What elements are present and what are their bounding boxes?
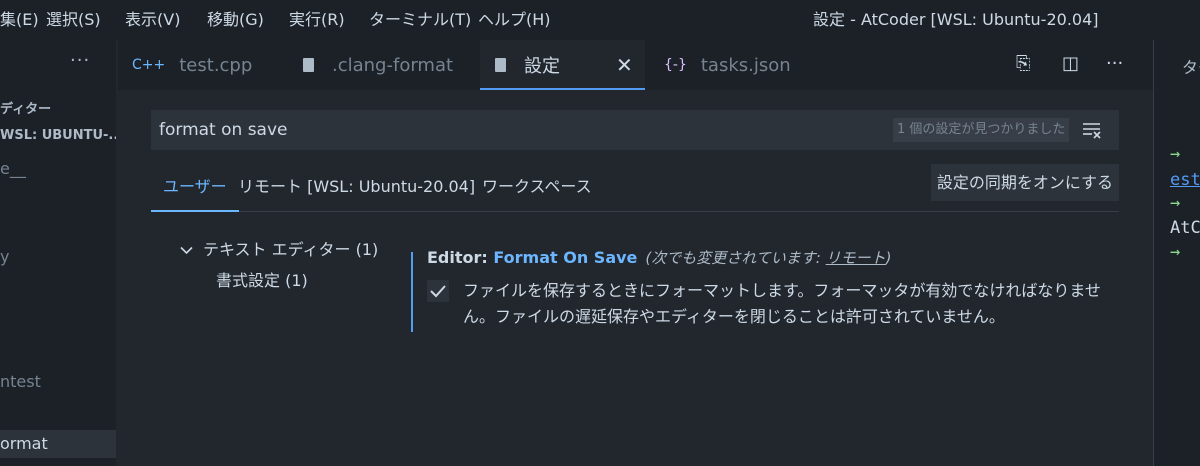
terminal-panel: ター → est → AtC → bbox=[1153, 40, 1200, 466]
tab-clang-format[interactable]: .clang-format bbox=[303, 40, 453, 90]
cpp-file-icon: C++ bbox=[132, 57, 166, 73]
toc-text-editor[interactable]: テキスト エディター (1) bbox=[180, 236, 378, 260]
tab-settings[interactable]: 設定 ✕ bbox=[480, 40, 645, 90]
chevron-down-icon bbox=[180, 243, 193, 259]
settings-scope-tabs: ユーザー リモート [WSL: Ubuntu-20.04] ワークスペース 設定… bbox=[151, 163, 1119, 212]
tab-label: .clang-format bbox=[332, 54, 454, 76]
setting-description: ファイルを保存するときにフォーマットします。フォーマッタが有効でなければなりませ… bbox=[463, 281, 1101, 326]
terminal-text: AtC bbox=[1170, 218, 1200, 238]
terminal-arrow: → bbox=[1170, 193, 1181, 213]
tab-label: tasks.json bbox=[700, 54, 791, 76]
menu-go[interactable]: 移動(G) bbox=[207, 0, 264, 40]
terminal-link[interactable]: est bbox=[1170, 170, 1200, 190]
explorer-sidebar: ··· ディター WSL: UBUNTU-... e__ y ntest orm… bbox=[0, 40, 116, 466]
window-title: 設定 - AtCoder [WSL: Ubuntu-20.04] bbox=[813, 10, 1099, 29]
tree-item-selected[interactable]: ormat bbox=[0, 430, 116, 458]
menu-edit[interactable]: 集(E) bbox=[0, 0, 39, 40]
terminal-arrow: → bbox=[1170, 242, 1181, 262]
tab-remote[interactable]: リモート [WSL: Ubuntu-20.04] bbox=[238, 163, 475, 211]
setting-title: Editor: Format On Save (次でも変更されています: リモート… bbox=[427, 247, 892, 268]
menu-terminal[interactable]: ターミナル(T) bbox=[369, 0, 471, 40]
format-on-save-checkbox[interactable] bbox=[427, 280, 449, 302]
settings-file-icon bbox=[495, 58, 506, 72]
menu-selection[interactable]: 選択(S) bbox=[46, 0, 101, 40]
toc-group-label: テキスト エディター (1) bbox=[203, 240, 379, 259]
menu-run[interactable]: 実行(R) bbox=[289, 0, 345, 40]
menu-help[interactable]: ヘルプ(H) bbox=[478, 0, 551, 40]
section-open-editors[interactable]: ディター bbox=[0, 98, 51, 117]
menu-view[interactable]: 表示(V) bbox=[125, 0, 180, 40]
tree-item[interactable]: e__ bbox=[0, 159, 26, 178]
setting-category: Editor: bbox=[427, 248, 494, 267]
section-workspace[interactable]: WSL: UBUNTU-... bbox=[0, 128, 116, 143]
editor-tab-bar: C++ test.cpp .clang-format 設定 ✕ {-} task… bbox=[118, 40, 1153, 90]
more-actions-icon[interactable]: ··· bbox=[70, 50, 90, 71]
remote-link[interactable]: リモート bbox=[826, 249, 886, 267]
tree-item[interactable]: ntest bbox=[0, 372, 41, 391]
more-actions-icon[interactable]: ··· bbox=[1106, 53, 1123, 74]
tab-tasks-json[interactable]: {-} tasks.json bbox=[664, 40, 791, 90]
tab-label: test.cpp bbox=[179, 54, 253, 76]
tree-item[interactable]: y bbox=[0, 247, 9, 266]
search-value[interactable]: format on save bbox=[159, 110, 288, 150]
modified-indicator: (次でも変更されています: リモート) bbox=[645, 249, 892, 267]
open-settings-json-icon[interactable]: ⎘ bbox=[1016, 53, 1030, 74]
setting-name: Format On Save bbox=[493, 248, 638, 267]
search-result-count: 1 個の設定が見つかりました bbox=[893, 118, 1070, 142]
file-icon bbox=[303, 58, 314, 72]
title-bar: 集(E) 選択(S) 表示(V) 移動(G) 実行(R) ターミナル(T) ヘル… bbox=[0, 0, 1200, 40]
turn-on-sync-button[interactable]: 設定の同期をオンにする bbox=[930, 164, 1119, 201]
tab-label: 設定 bbox=[524, 56, 560, 77]
toc-formatting[interactable]: 書式設定 (1) bbox=[216, 267, 308, 291]
settings-search-input[interactable]: format on save 1 個の設定が見つかりました bbox=[151, 110, 1119, 150]
tab-test-cpp[interactable]: C++ test.cpp bbox=[132, 40, 252, 90]
split-editor-icon[interactable]: ◫ bbox=[1062, 53, 1079, 74]
tab-workspace[interactable]: ワークスペース bbox=[482, 163, 592, 211]
terminal-tab[interactable]: ター bbox=[1182, 54, 1200, 78]
tab-user[interactable]: ユーザー bbox=[151, 163, 239, 212]
clear-filter-icon[interactable] bbox=[1081, 118, 1103, 142]
json-file-icon: {-} bbox=[664, 57, 687, 73]
setting-format-on-save: Editor: Format On Save (次でも変更されています: リモート… bbox=[411, 248, 1123, 332]
close-icon[interactable]: ✕ bbox=[616, 53, 633, 77]
terminal-arrow: → bbox=[1170, 144, 1181, 164]
